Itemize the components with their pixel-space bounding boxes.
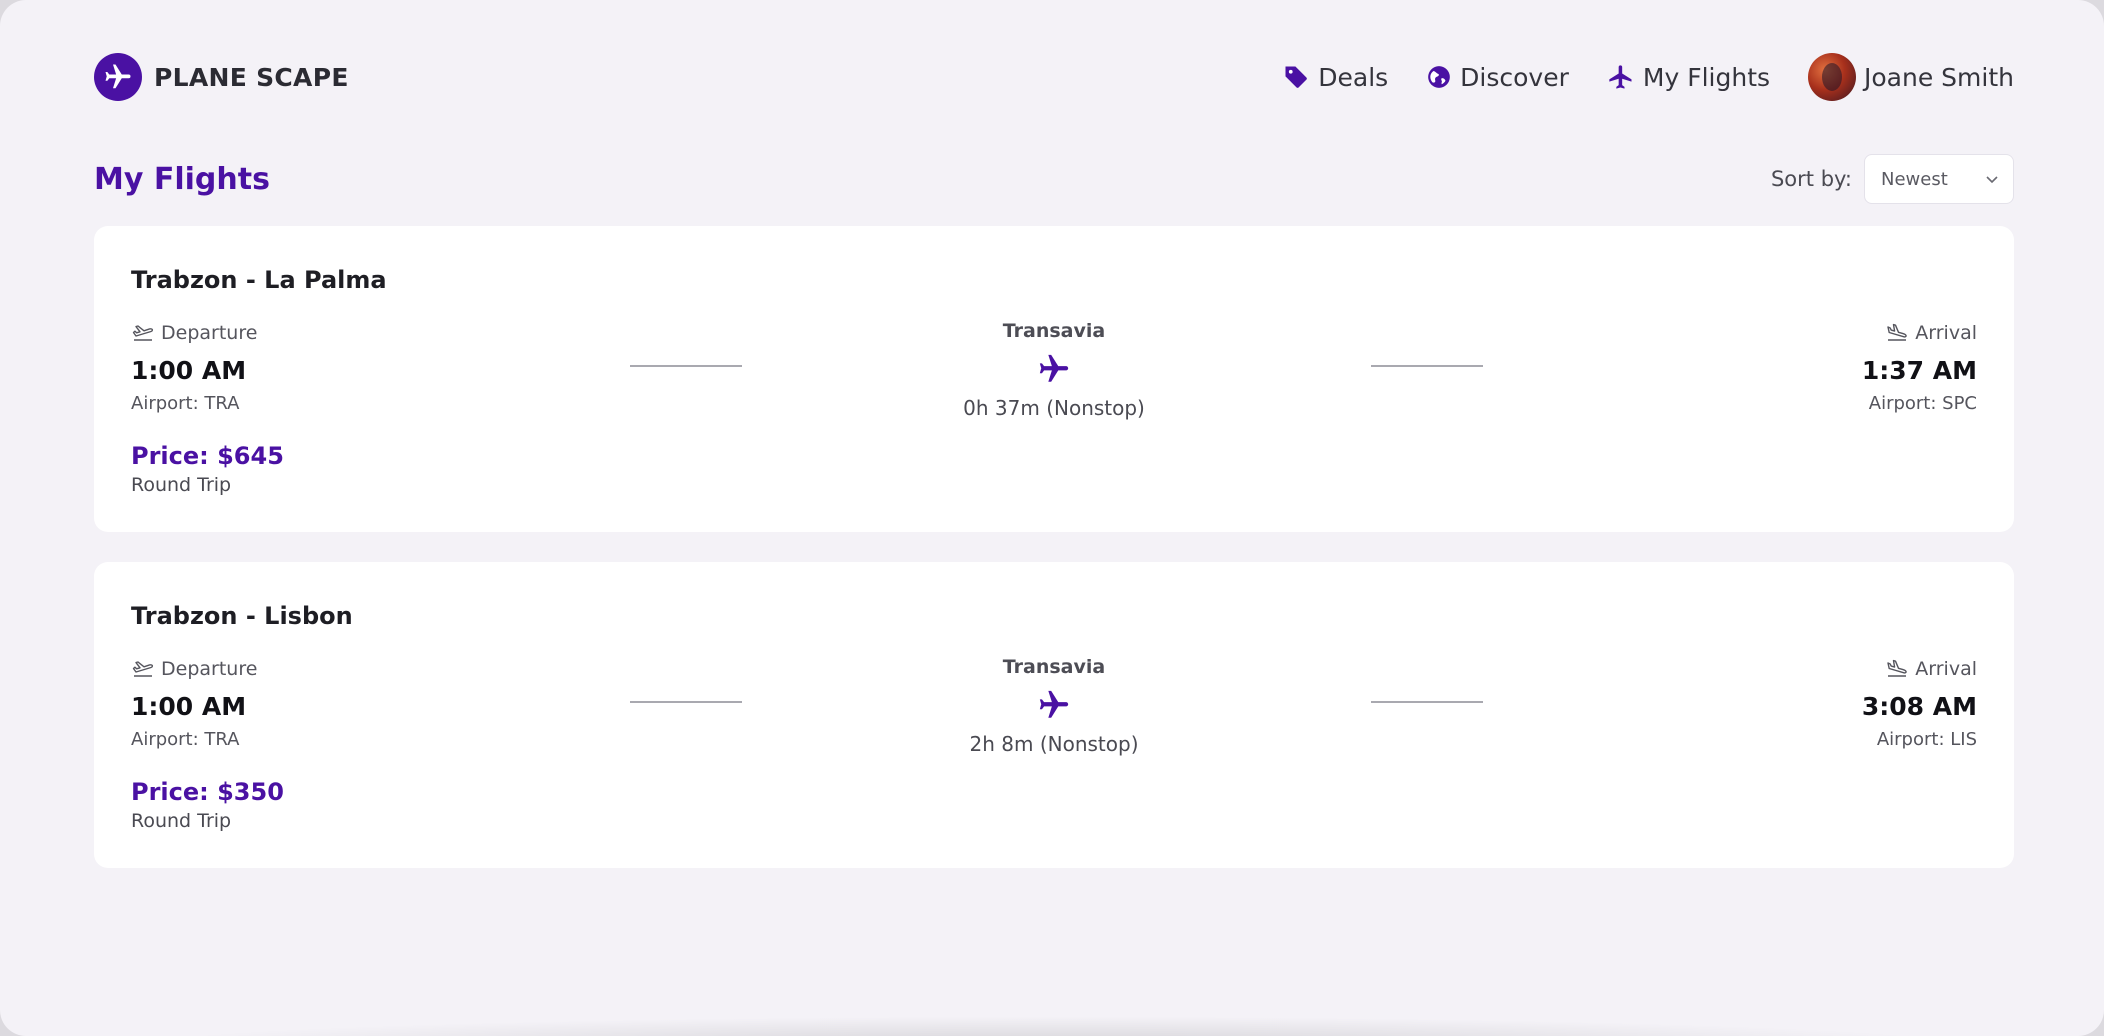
arrival-time: 1:37 AM (1861, 356, 1977, 385)
arrival-airport: Airport: SPC (1868, 393, 1977, 414)
route-line-left (630, 701, 742, 703)
airline-name: Transavia (1002, 320, 1106, 342)
arrival-block: Arrival 3:08 AM Airport: LIS (1862, 658, 1977, 750)
arrival-label: Arrival (1915, 322, 1977, 344)
departure-block: Departure 1:00 AM Airport: TRA (131, 322, 257, 414)
flight-card[interactable]: Trabzon - Lisbon Departure 1:00 AM Airpo… (94, 562, 2014, 868)
departure-airport: Airport: TRA (131, 729, 240, 750)
departure-time: 1:00 AM (131, 692, 247, 721)
plane-takeoff-icon (132, 661, 154, 677)
flight-price: Price: $645 (131, 442, 284, 470)
route-line-right (1371, 701, 1483, 703)
plane-icon (1039, 690, 1069, 718)
flight-middle: Transavia 0h 37m (Nonstop) (854, 320, 1254, 420)
globe-icon (1428, 66, 1451, 88)
airline-name: Transavia (1002, 656, 1106, 678)
plane-logo-icon (94, 53, 142, 101)
flight-duration: 0h 37m (Nonstop) (963, 396, 1145, 420)
bottom-shadow (120, 1016, 1984, 1036)
arrival-block: Arrival 1:37 AM Airport: SPC (1862, 322, 1977, 414)
main-nav: Deals Discover My Flights Joane Smith (1282, 53, 2014, 101)
nav-deals-label: Deals (1318, 62, 1389, 92)
route-line-left (630, 365, 742, 367)
departure-airport: Airport: TRA (131, 393, 240, 414)
chevron-down-icon (1986, 176, 1998, 184)
flight-route: Trabzon - La Palma (131, 266, 387, 294)
route-line-right (1371, 365, 1483, 367)
arrival-airport: Airport: LIS (1876, 729, 1977, 750)
arrival-label: Arrival (1915, 658, 1977, 680)
plane-icon (1039, 354, 1069, 382)
arrival-time: 3:08 AM (1861, 692, 1977, 721)
flight-middle: Transavia 2h 8m (Nonstop) (854, 656, 1254, 756)
plane-icon (1609, 65, 1632, 89)
avatar (1808, 53, 1857, 101)
tag-icon (1285, 66, 1308, 88)
departure-block: Departure 1:00 AM Airport: TRA (131, 658, 257, 750)
flight-card[interactable]: Trabzon - La Palma Departure 1:00 AM Air… (94, 226, 2014, 532)
sort-control: Sort by: Newest (1771, 154, 2014, 204)
plane-landing-icon (1887, 659, 1908, 677)
trip-type: Round Trip (131, 474, 232, 496)
plane-landing-icon (1887, 323, 1908, 341)
nav-discover[interactable]: Discover (1426, 63, 1569, 92)
nav-my-flights-label: My Flights (1642, 62, 1771, 92)
sort-label: Sort by: (1770, 167, 1852, 191)
nav-discover-label: Discover (1460, 62, 1569, 92)
departure-label: Departure (161, 322, 258, 344)
flight-route: Trabzon - Lisbon (131, 602, 353, 630)
brand-logo-link[interactable]: PLANE SCAPE (94, 53, 349, 101)
plane-takeoff-icon (132, 325, 154, 341)
app-window: PLANE SCAPE Deals Discover My Flights Jo… (0, 0, 2104, 1036)
nav-deals[interactable]: Deals (1282, 63, 1388, 92)
brand-name: PLANE SCAPE (154, 62, 349, 92)
flight-price: Price: $350 (131, 778, 284, 806)
title-row: My Flights Sort by: Newest (94, 152, 2014, 206)
nav-my-flights[interactable]: My Flights (1607, 63, 1770, 92)
user-profile[interactable]: Joane Smith (1808, 53, 2014, 101)
sort-value: Newest (1881, 168, 1948, 190)
departure-time: 1:00 AM (131, 356, 247, 385)
trip-type: Round Trip (131, 810, 232, 832)
departure-label: Departure (161, 658, 258, 680)
page-title: My Flights (94, 161, 270, 197)
user-name: Joane Smith (1864, 62, 2014, 92)
top-header: PLANE SCAPE Deals Discover My Flights Jo… (94, 52, 2014, 102)
sort-select[interactable]: Newest (1864, 154, 2014, 204)
flight-duration: 2h 8m (Nonstop) (969, 732, 1139, 756)
